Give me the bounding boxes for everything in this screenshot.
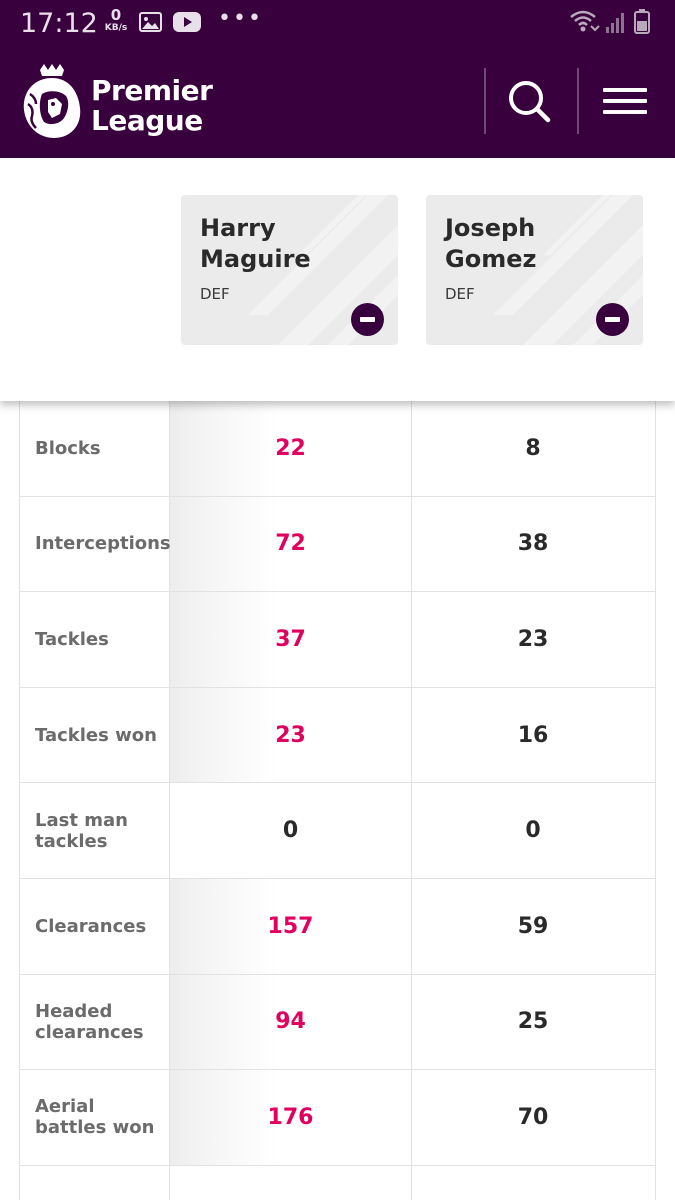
network-speed: 0 KB/s [101,6,131,34]
battery-icon [634,9,650,34]
header-divider [484,68,486,134]
remove-player-button[interactable] [596,303,629,336]
stat-label: Headed clearances [20,974,170,1070]
player-first-name: Harry [200,214,276,242]
header-divider [577,68,579,134]
stat-value-player-2: 0 [525,818,541,844]
more-dots-icon: ••• [218,6,263,31]
player-card-2[interactable]: Joseph Gomez DEF [426,195,643,345]
stat-value-player-1 [170,1165,412,1200]
status-time: 17:12 [20,8,98,39]
search-icon [509,81,551,123]
player-compare-panel: Harry Maguire DEF Joseph Gomez DEF [0,158,675,401]
gallery-icon [139,12,162,32]
stat-value-player-2: 25 [517,1009,549,1035]
stat-value-player-1: 22 [170,401,412,496]
stat-row: Aerial battles won 176 70 [19,1070,656,1166]
stat-row: Last man tackles 0 0 [19,783,656,879]
stat-row: Tackles won 23 16 [19,687,656,784]
wifi-icon [570,10,596,26]
signal-icon [606,13,624,33]
stat-value-player-1: 176 [170,1070,412,1165]
player-last-name: Gomez [445,245,537,273]
stat-label: Interceptions [20,496,171,592]
stat-value-player-1: 94 [170,974,412,1070]
player-position: DEF [200,285,230,303]
stat-row: Tackles 37 23 [19,592,656,688]
player-first-name: Joseph [445,214,536,242]
player-position: DEF [445,285,475,303]
stat-value-player-2 [412,1166,654,1200]
stat-value-player-2: 23 [517,626,549,652]
stat-label: Tackles won [20,687,170,783]
stat-value-player-2: 59 [517,913,549,939]
player-last-name: Maguire [200,245,311,273]
stat-value-player-1: 23 [170,687,412,783]
stat-value-player-1: 0 [170,783,412,878]
stat-label: Tackles [20,592,170,687]
network-speed-unit: KB/s [104,23,128,33]
stat-row: Headed clearances 94 25 [19,974,656,1071]
network-speed-value: 0 [110,6,122,24]
brand-line-1: Premier [91,74,213,107]
stat-row: Clearances 157 59 [19,878,656,975]
stat-value-player-2: 16 [517,722,549,748]
stat-value-player-2: 70 [517,1104,549,1130]
stat-label [20,1165,170,1200]
stat-value-player-1: 157 [170,878,412,974]
stat-value-player-1: 37 [170,592,412,687]
menu-button[interactable] [603,88,649,118]
stat-row: Interceptions 72 38 [19,496,656,593]
stat-value-player-2: 8 [525,435,541,461]
search-button[interactable] [504,76,554,126]
remove-player-button[interactable] [351,303,384,336]
player-card-1[interactable]: Harry Maguire DEF [181,195,398,345]
app-header: Premier League [0,46,675,158]
lion-logo-icon[interactable] [20,64,84,144]
stat-label: Clearances [20,878,170,974]
status-right-icons [569,9,659,39]
player-name: Joseph Gomez [445,213,536,275]
stats-table: Blocks 22 8 Interceptions 72 38 Tackles 37 23 Tac… [19,401,656,1200]
stat-label: Aerial battles won [20,1070,170,1165]
status-bar: 17:12 0 KB/s ••• [0,0,675,46]
youtube-icon [173,12,201,36]
brand-line-2: League [91,104,203,137]
player-name: Harry Maguire [200,213,311,275]
stat-value-player-2: 38 [517,531,549,557]
stat-label: Blocks [20,401,170,496]
brand-wordmark[interactable]: Premier League [91,74,213,137]
stat-label: Last man tackles [20,783,170,878]
stat-row [19,1165,656,1200]
menu-icon [603,88,647,92]
stat-value-player-1: 72 [170,496,412,592]
stat-row: Blocks 22 8 [19,401,656,497]
